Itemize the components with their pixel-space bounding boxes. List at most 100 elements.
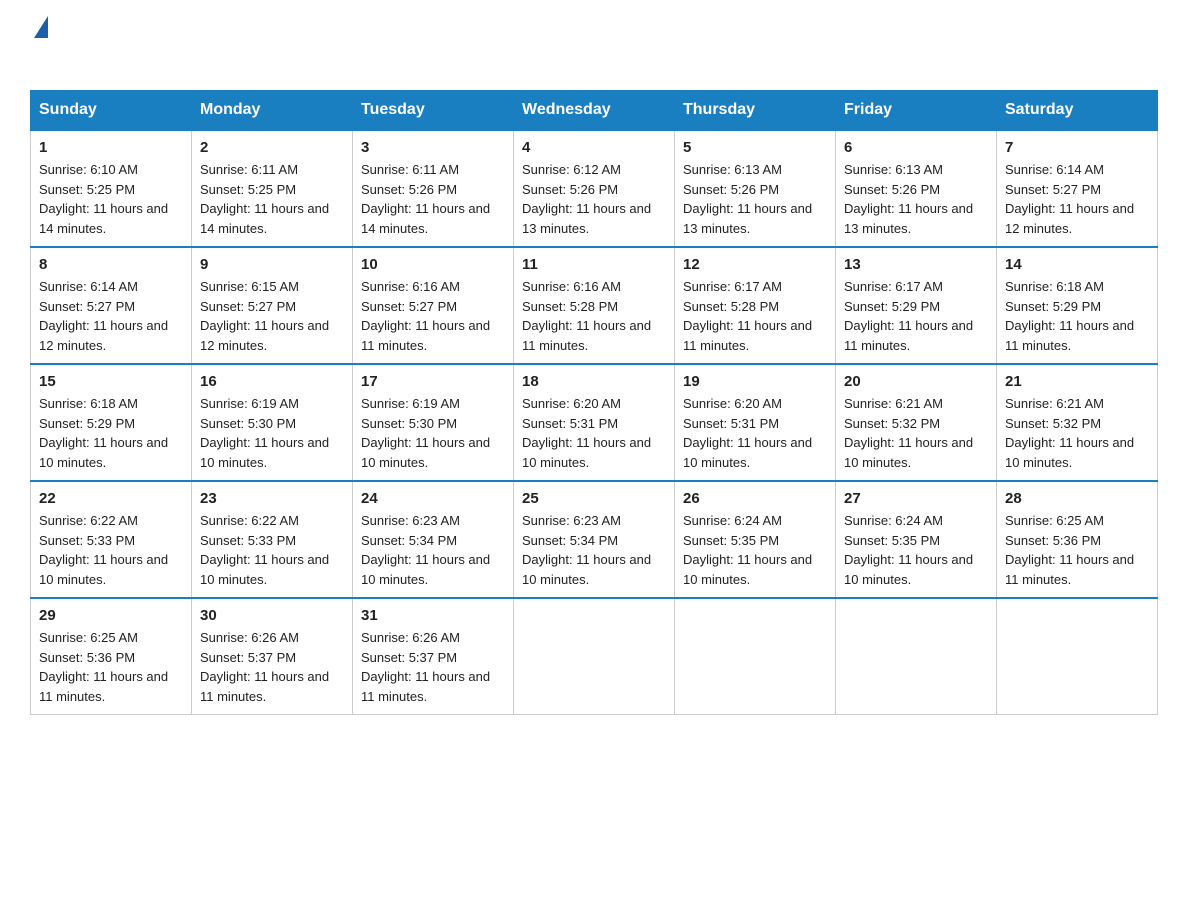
day-number: 24	[361, 490, 505, 507]
calendar-cell: 18 Sunrise: 6:20 AMSunset: 5:31 PMDayligh…	[514, 364, 675, 481]
calendar-cell: 25 Sunrise: 6:23 AMSunset: 5:34 PMDayligh…	[514, 481, 675, 598]
calendar-cell	[997, 598, 1158, 715]
day-info: Sunrise: 6:14 AMSunset: 5:27 PMDaylight:…	[1005, 160, 1149, 238]
calendar-cell: 28 Sunrise: 6:25 AMSunset: 5:36 PMDayligh…	[997, 481, 1158, 598]
day-number: 3	[361, 139, 505, 156]
day-number: 7	[1005, 139, 1149, 156]
calendar-cell: 22 Sunrise: 6:22 AMSunset: 5:33 PMDayligh…	[31, 481, 192, 598]
day-number: 2	[200, 139, 344, 156]
logo-row	[30, 20, 48, 38]
calendar-cell: 31 Sunrise: 6:26 AMSunset: 5:37 PMDayligh…	[353, 598, 514, 715]
calendar-cell: 27Sunrise: 6:24 AMSunset: 5:35 PMDayligh…	[836, 481, 997, 598]
day-number: 30	[200, 607, 344, 624]
day-info: Sunrise: 6:17 AMSunset: 5:29 PMDaylight:…	[844, 277, 988, 355]
day-number: 26	[683, 490, 827, 507]
day-number: 17	[361, 373, 505, 390]
day-info: Sunrise: 6:11 AMSunset: 5:26 PMDaylight:…	[361, 160, 505, 238]
calendar-cell	[514, 598, 675, 715]
day-info: Sunrise: 6:18 AMSunset: 5:29 PMDaylight:…	[39, 394, 183, 472]
calendar-cell: 9Sunrise: 6:15 AMSunset: 5:27 PMDaylight…	[192, 247, 353, 364]
day-number: 14	[1005, 256, 1149, 273]
calendar-cell: 30 Sunrise: 6:26 AMSunset: 5:37 PMDayligh…	[192, 598, 353, 715]
day-info: Sunrise: 6:17 AMSunset: 5:28 PMDaylight:…	[683, 277, 827, 355]
day-info: Sunrise: 6:22 AMSunset: 5:33 PMDaylight:…	[39, 511, 183, 589]
calendar-cell: 2 Sunrise: 6:11 AMSunset: 5:25 PMDaylight…	[192, 130, 353, 247]
calendar-cell: 13Sunrise: 6:17 AMSunset: 5:29 PMDayligh…	[836, 247, 997, 364]
calendar-cell: 7 Sunrise: 6:14 AMSunset: 5:27 PMDaylight…	[997, 130, 1158, 247]
day-number: 11	[522, 256, 666, 273]
calendar-cell: 29 Sunrise: 6:25 AMSunset: 5:36 PMDayligh…	[31, 598, 192, 715]
day-number: 31	[361, 607, 505, 624]
day-info: Sunrise: 6:14 AMSunset: 5:27 PMDaylight:…	[39, 277, 183, 355]
day-number: 9	[200, 256, 344, 273]
day-number: 6	[844, 139, 988, 156]
day-info: Sunrise: 6:13 AMSunset: 5:26 PMDaylight:…	[844, 160, 988, 238]
week-row-3: 15Sunrise: 6:18 AMSunset: 5:29 PMDayligh…	[31, 364, 1158, 481]
calendar-cell: 3 Sunrise: 6:11 AMSunset: 5:26 PMDaylight…	[353, 130, 514, 247]
day-number: 18	[522, 373, 666, 390]
calendar-cell: 16 Sunrise: 6:19 AMSunset: 5:30 PMDayligh…	[192, 364, 353, 481]
calendar-cell: 19 Sunrise: 6:20 AMSunset: 5:31 PMDayligh…	[675, 364, 836, 481]
calendar-cell	[675, 598, 836, 715]
day-info: Sunrise: 6:26 AMSunset: 5:37 PMDaylight:…	[361, 628, 505, 706]
header-thursday: Thursday	[675, 91, 836, 131]
day-number: 23	[200, 490, 344, 507]
calendar-cell: 8 Sunrise: 6:14 AMSunset: 5:27 PMDaylight…	[31, 247, 192, 364]
day-info: Sunrise: 6:24 AMSunset: 5:35 PMDaylight:…	[844, 511, 988, 589]
day-number: 28	[1005, 490, 1149, 507]
calendar-cell	[836, 598, 997, 715]
day-number: 22	[39, 490, 183, 507]
calendar-cell: 24Sunrise: 6:23 AMSunset: 5:34 PMDayligh…	[353, 481, 514, 598]
day-number: 4	[522, 139, 666, 156]
day-info: Sunrise: 6:11 AMSunset: 5:25 PMDaylight:…	[200, 160, 344, 238]
day-info: Sunrise: 6:20 AMSunset: 5:31 PMDaylight:…	[522, 394, 666, 472]
day-info: Sunrise: 6:20 AMSunset: 5:31 PMDaylight:…	[683, 394, 827, 472]
calendar-table: SundayMondayTuesdayWednesdayThursdayFrid…	[30, 90, 1158, 715]
day-info: Sunrise: 6:26 AMSunset: 5:37 PMDaylight:…	[200, 628, 344, 706]
calendar-cell: 15Sunrise: 6:18 AMSunset: 5:29 PMDayligh…	[31, 364, 192, 481]
day-info: Sunrise: 6:13 AMSunset: 5:26 PMDaylight:…	[683, 160, 827, 238]
calendar-cell: 12 Sunrise: 6:17 AMSunset: 5:28 PMDayligh…	[675, 247, 836, 364]
header-saturday: Saturday	[997, 91, 1158, 131]
calendar-cell: 20 Sunrise: 6:21 AMSunset: 5:32 PMDayligh…	[836, 364, 997, 481]
page-header	[30, 20, 1158, 70]
calendar-cell: 6 Sunrise: 6:13 AMSunset: 5:26 PMDaylight…	[836, 130, 997, 247]
day-number: 29	[39, 607, 183, 624]
day-number: 10	[361, 256, 505, 273]
day-number: 20	[844, 373, 988, 390]
day-number: 8	[39, 256, 183, 273]
header-friday: Friday	[836, 91, 997, 131]
day-info: Sunrise: 6:12 AMSunset: 5:26 PMDaylight:…	[522, 160, 666, 238]
calendar-cell: 11 Sunrise: 6:16 AMSunset: 5:28 PMDayligh…	[514, 247, 675, 364]
day-info: Sunrise: 6:24 AMSunset: 5:35 PMDaylight:…	[683, 511, 827, 589]
calendar-cell: 23Sunrise: 6:22 AMSunset: 5:33 PMDayligh…	[192, 481, 353, 598]
day-number: 16	[200, 373, 344, 390]
day-info: Sunrise: 6:21 AMSunset: 5:32 PMDaylight:…	[1005, 394, 1149, 472]
day-number: 5	[683, 139, 827, 156]
week-row-5: 29 Sunrise: 6:25 AMSunset: 5:36 PMDayligh…	[31, 598, 1158, 715]
day-number: 21	[1005, 373, 1149, 390]
day-number: 19	[683, 373, 827, 390]
day-number: 25	[522, 490, 666, 507]
week-row-4: 22 Sunrise: 6:22 AMSunset: 5:33 PMDayligh…	[31, 481, 1158, 598]
header-monday: Monday	[192, 91, 353, 131]
day-info: Sunrise: 6:19 AMSunset: 5:30 PMDaylight:…	[200, 394, 344, 472]
day-info: Sunrise: 6:18 AMSunset: 5:29 PMDaylight:…	[1005, 277, 1149, 355]
logo	[30, 20, 48, 70]
day-info: Sunrise: 6:25 AMSunset: 5:36 PMDaylight:…	[39, 628, 183, 706]
day-info: Sunrise: 6:16 AMSunset: 5:27 PMDaylight:…	[361, 277, 505, 355]
day-number: 12	[683, 256, 827, 273]
day-info: Sunrise: 6:23 AMSunset: 5:34 PMDaylight:…	[522, 511, 666, 589]
calendar-cell: 21 Sunrise: 6:21 AMSunset: 5:32 PMDayligh…	[997, 364, 1158, 481]
logo-blue-row	[30, 38, 32, 70]
day-info: Sunrise: 6:25 AMSunset: 5:36 PMDaylight:…	[1005, 511, 1149, 589]
logo-triangle-icon	[34, 16, 48, 38]
header-wednesday: Wednesday	[514, 91, 675, 131]
header-sunday: Sunday	[31, 91, 192, 131]
day-info: Sunrise: 6:21 AMSunset: 5:32 PMDaylight:…	[844, 394, 988, 472]
calendar-cell: 10 Sunrise: 6:16 AMSunset: 5:27 PMDayligh…	[353, 247, 514, 364]
calendar-cell: 4 Sunrise: 6:12 AMSunset: 5:26 PMDaylight…	[514, 130, 675, 247]
day-info: Sunrise: 6:16 AMSunset: 5:28 PMDaylight:…	[522, 277, 666, 355]
calendar-cell: 5 Sunrise: 6:13 AMSunset: 5:26 PMDaylight…	[675, 130, 836, 247]
day-info: Sunrise: 6:10 AMSunset: 5:25 PMDaylight:…	[39, 160, 183, 238]
